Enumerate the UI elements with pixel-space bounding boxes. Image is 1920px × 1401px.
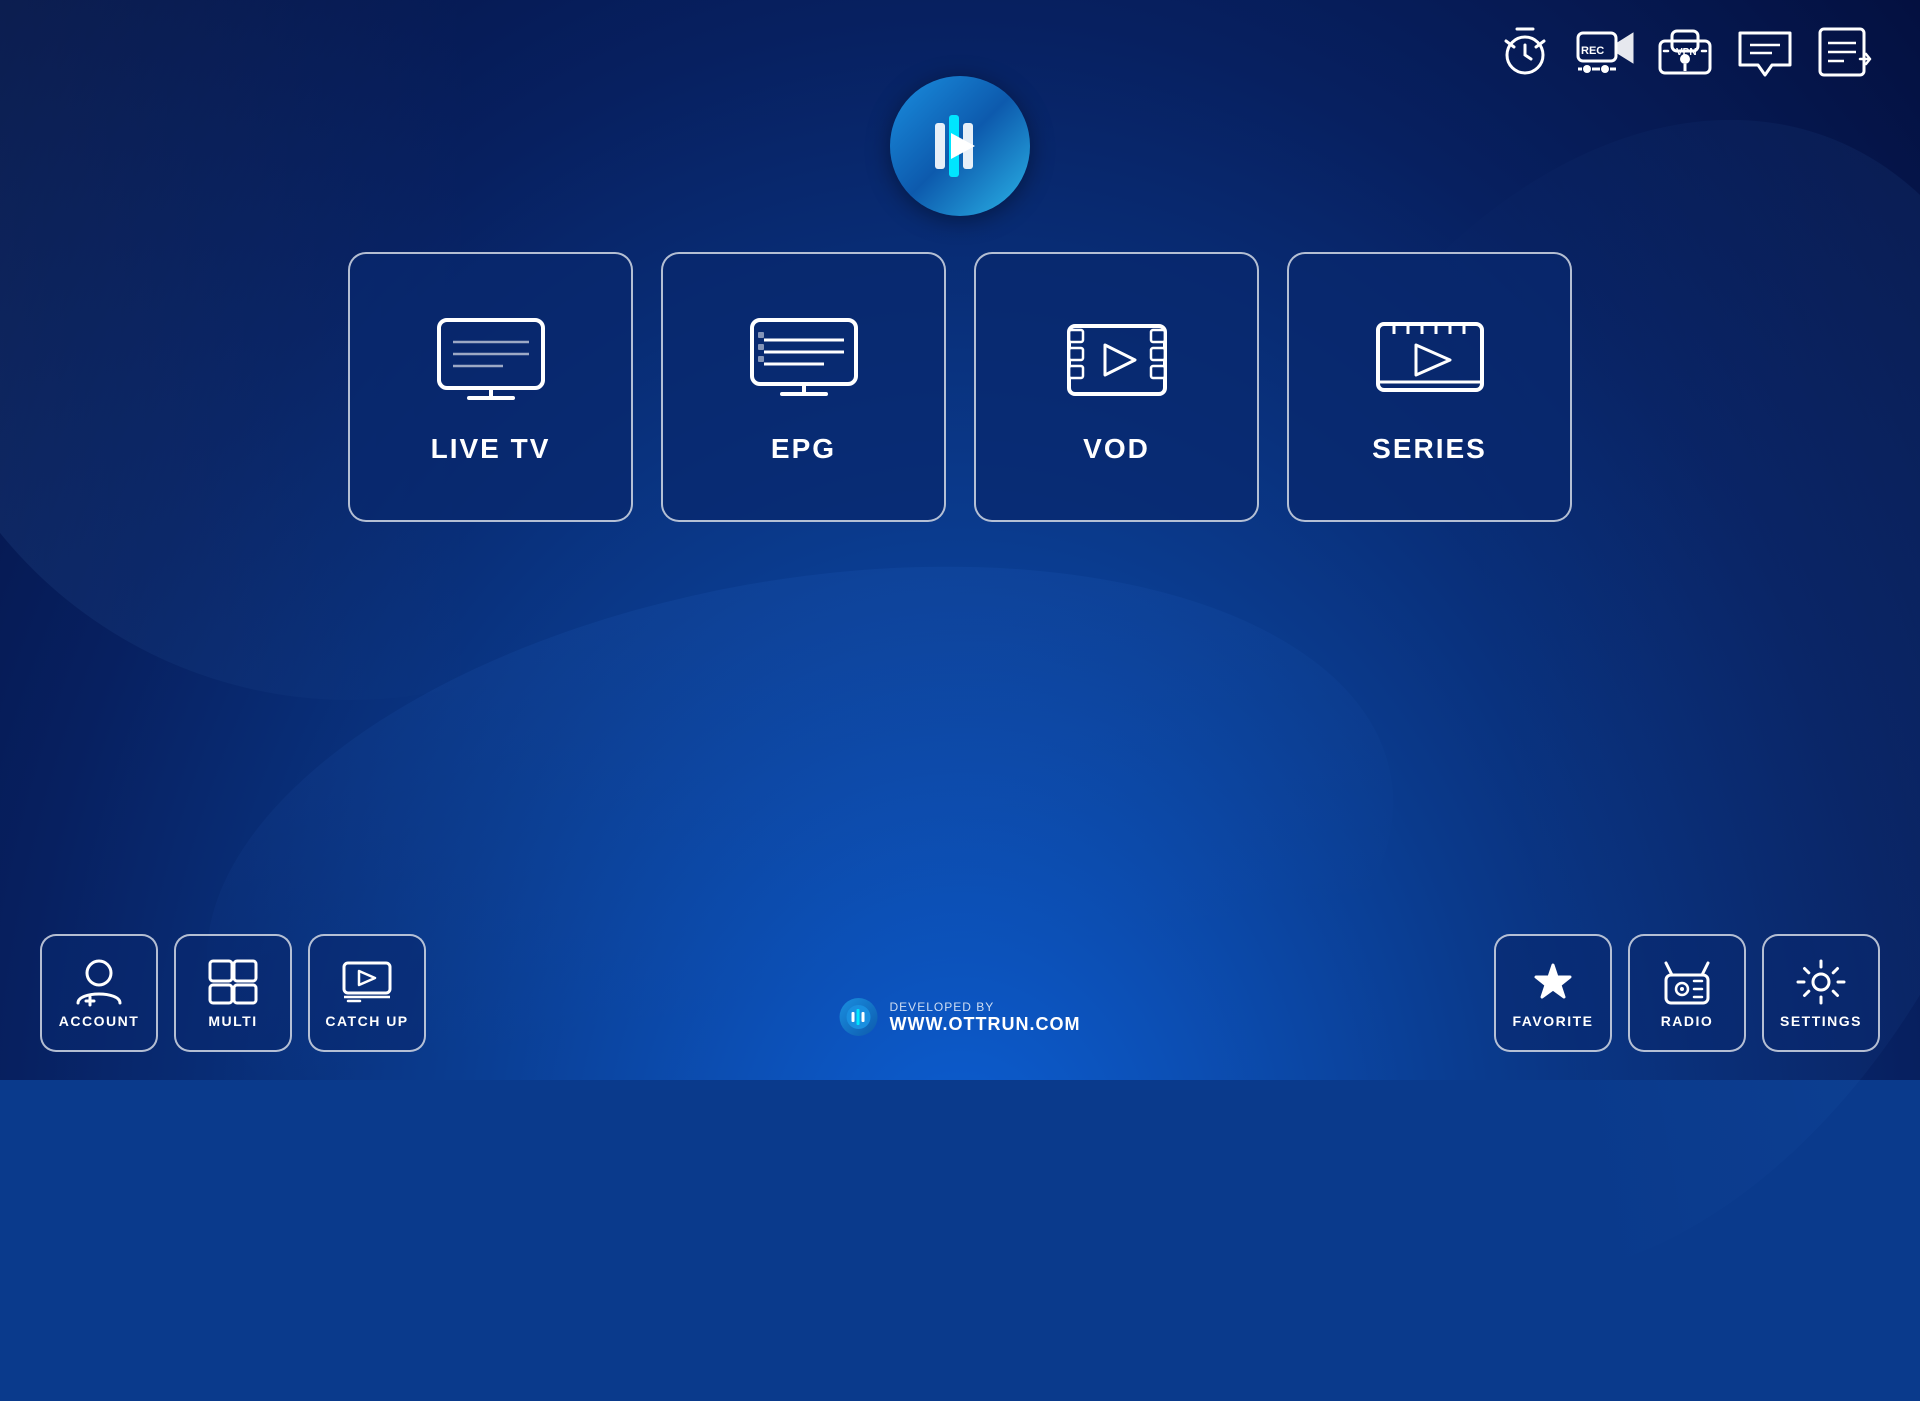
dev-prefix: DEVELOPED BY [890, 1000, 1081, 1014]
radio-icon [1660, 957, 1714, 1007]
account-icon [72, 957, 126, 1007]
catch-up-button[interactable]: CATCH UP [308, 934, 426, 1052]
vpn-button[interactable]: VPN [1650, 18, 1720, 86]
epg-label: EPG [771, 433, 836, 465]
msg-button[interactable] [1730, 18, 1800, 86]
account-button[interactable]: ACCOUNT [40, 934, 158, 1052]
live-tv-icon [431, 310, 551, 415]
svg-text:VPN: VPN [1676, 47, 1697, 58]
vod-icon [1057, 310, 1177, 415]
dev-text-group: DEVELOPED BY WWW.OTTRUN.COM [890, 1000, 1081, 1035]
epg-card[interactable]: EPG [661, 252, 946, 522]
favorite-button[interactable]: FAVORITE [1494, 934, 1612, 1052]
developer-credit: DEVELOPED BY WWW.OTTRUN.COM [840, 998, 1081, 1036]
settings-button[interactable]: SETTINGS [1762, 934, 1880, 1052]
multi-label: MULTI [208, 1013, 257, 1029]
bottom-right-group: FAVORITE RADIO [1494, 934, 1880, 1052]
logo [890, 76, 1030, 216]
catch-up-label: CATCH UP [325, 1013, 408, 1029]
multi-icon [206, 957, 260, 1007]
series-icon [1370, 310, 1490, 415]
multi-button[interactable]: MULTI [174, 934, 292, 1052]
alarm-button[interactable] [1490, 18, 1560, 86]
bottom-bar: ACCOUNT MULTI [0, 934, 1920, 1080]
account-label: ACCOUNT [59, 1013, 140, 1029]
main-menu: LIVE TV EPG [348, 252, 1572, 522]
msg-icon [1734, 23, 1796, 81]
live-tv-label: LIVE TV [431, 433, 551, 465]
bottom-left-group: ACCOUNT MULTI [40, 934, 426, 1052]
favorite-label: FAVORITE [1513, 1013, 1594, 1029]
dev-url: WWW.OTTRUN.COM [890, 1014, 1081, 1035]
rec-button[interactable]: REC [1570, 18, 1640, 86]
catchup-icon [340, 957, 394, 1007]
dev-logo [840, 998, 878, 1036]
vod-card[interactable]: VOD [974, 252, 1259, 522]
series-card[interactable]: SERIES [1287, 252, 1572, 522]
settings-icon [1794, 957, 1848, 1007]
epg-icon [744, 310, 864, 415]
vpn-icon: VPN [1654, 23, 1716, 81]
update-icon [1814, 23, 1876, 81]
svg-text:REC: REC [1581, 45, 1604, 57]
series-label: SERIES [1372, 433, 1487, 465]
rec-icon: REC [1574, 23, 1636, 81]
main-page: REC VPN [0, 0, 1920, 1080]
radio-label: RADIO [1661, 1013, 1714, 1029]
update-button[interactable] [1810, 18, 1880, 86]
alarm-icon [1496, 23, 1554, 81]
top-bar: REC VPN [0, 0, 1920, 86]
vod-label: VOD [1083, 433, 1150, 465]
live-tv-card[interactable]: LIVE TV [348, 252, 633, 522]
settings-label: SETTINGS [1780, 1013, 1862, 1029]
favorite-icon [1526, 957, 1580, 1007]
radio-button[interactable]: RADIO [1628, 934, 1746, 1052]
